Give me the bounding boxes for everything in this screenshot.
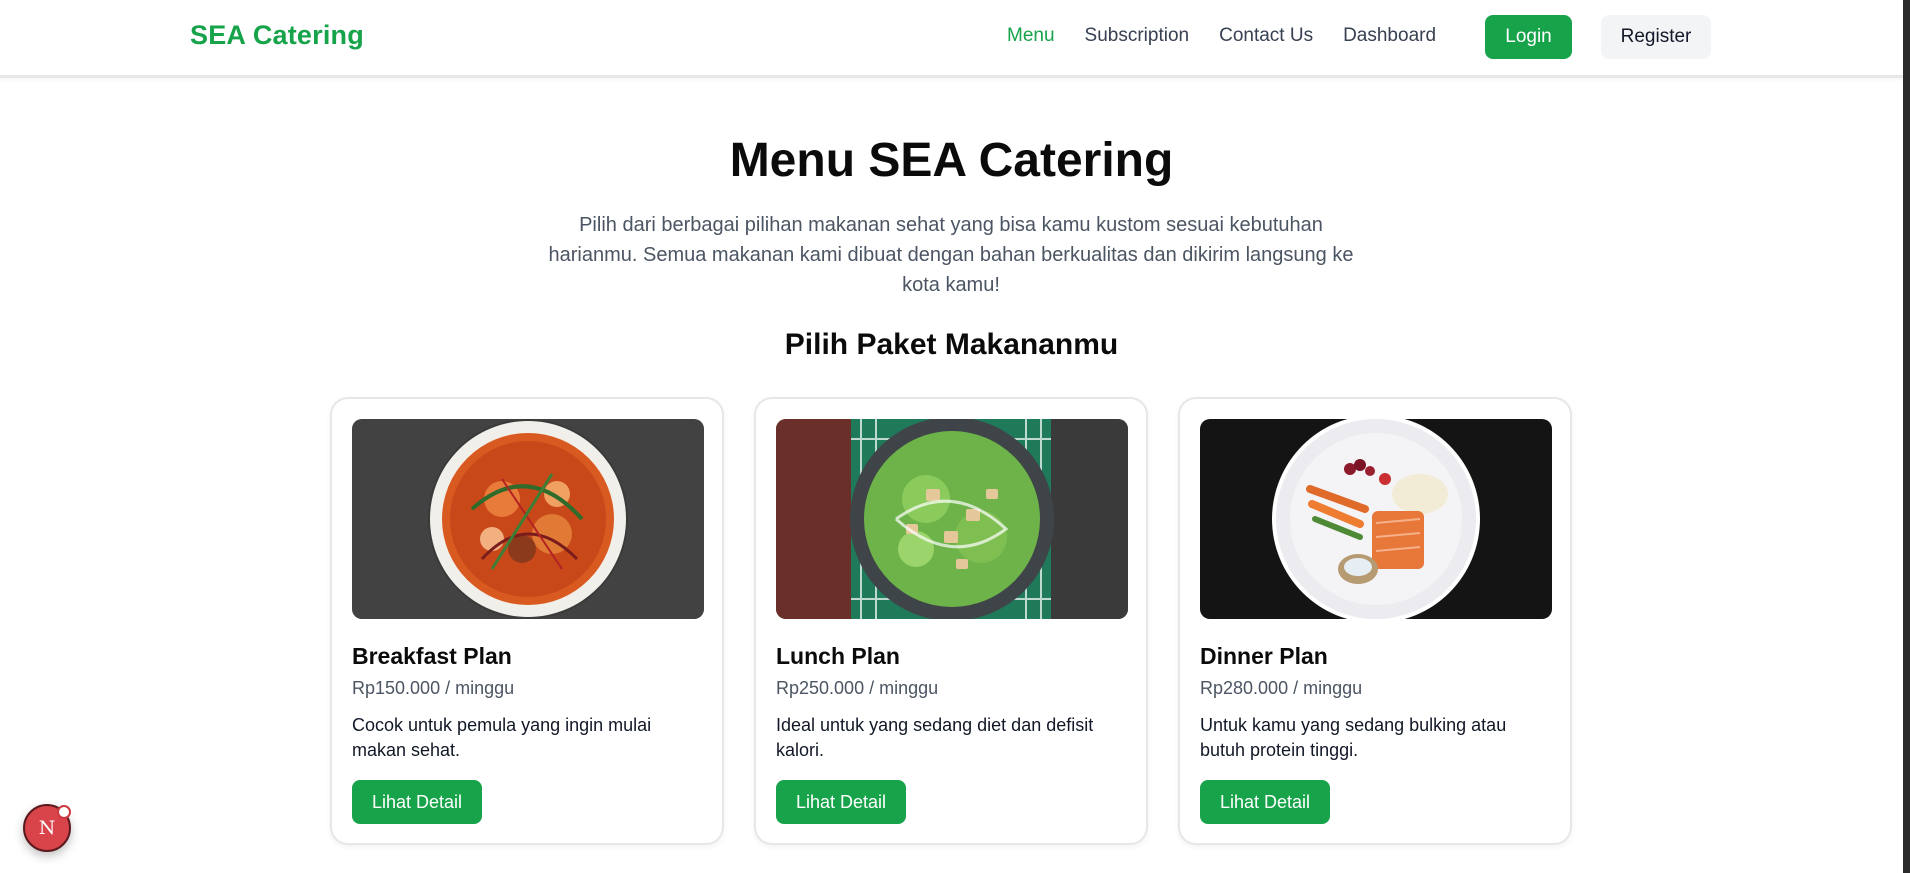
plan-description: Untuk kamu yang sedang bulking atau butu… (1200, 715, 1507, 760)
scrollbar[interactable] (1903, 0, 1910, 873)
plan-description: Cocok untuk pemula yang ingin mulai maka… (352, 715, 652, 760)
plan-card-lunch: Lunch Plan Rp250.000 / minggu Ideal untu… (754, 397, 1148, 845)
plan-price: Rp250.000 / minggu (776, 678, 939, 698)
intro-text: Pilih dari berbagai pilihan makanan seha… (548, 214, 1354, 296)
plan-cards: Breakfast Plan Rp150.000 / minggu Cocok … (330, 397, 1572, 845)
nav-link-dashboard[interactable]: Dashboard (1343, 25, 1436, 47)
view-detail-button[interactable]: Lihat Detail (1200, 780, 1331, 824)
section-title: Pilih Paket Makananmu (784, 328, 1119, 361)
navbar: SEA Catering Menu Subscription Contact U… (0, 0, 1903, 78)
nav-link-menu[interactable]: Menu (1007, 25, 1055, 47)
plan-price: Rp150.000 / minggu (352, 678, 515, 698)
plan-name: Lunch Plan (776, 643, 900, 669)
caesar-salad-image (776, 419, 1128, 619)
plan-card-dinner: Dinner Plan Rp280.000 / minggu Untuk kam… (1178, 397, 1572, 845)
nav-link-subscription[interactable]: Subscription (1085, 25, 1190, 47)
plan-name: Dinner Plan (1200, 643, 1328, 669)
plan-name: Breakfast Plan (352, 643, 512, 669)
seafood-curry-image (352, 419, 704, 619)
brand-logo[interactable]: SEA Catering (190, 20, 364, 51)
nav-links: Menu Subscription Contact Us Dashboard (1007, 25, 1436, 47)
view-detail-button[interactable]: Lihat Detail (352, 780, 483, 824)
page: SEA Catering Menu Subscription Contact U… (0, 0, 1910, 873)
view-detail-button[interactable]: Lihat Detail (776, 780, 907, 824)
login-button[interactable]: Login (1485, 15, 1572, 59)
register-button[interactable]: Register (1601, 15, 1711, 59)
status-dot-icon (57, 805, 71, 819)
salmon-plate-image (1200, 419, 1552, 619)
plan-price: Rp280.000 / minggu (1200, 678, 1363, 698)
page-title: Menu SEA Catering (729, 134, 1174, 187)
plan-card-breakfast: Breakfast Plan Rp150.000 / minggu Cocok … (330, 397, 724, 845)
nav-link-contact-us[interactable]: Contact Us (1219, 25, 1313, 47)
plan-description: Ideal untuk yang sedang diet dan defisit… (776, 715, 1094, 760)
